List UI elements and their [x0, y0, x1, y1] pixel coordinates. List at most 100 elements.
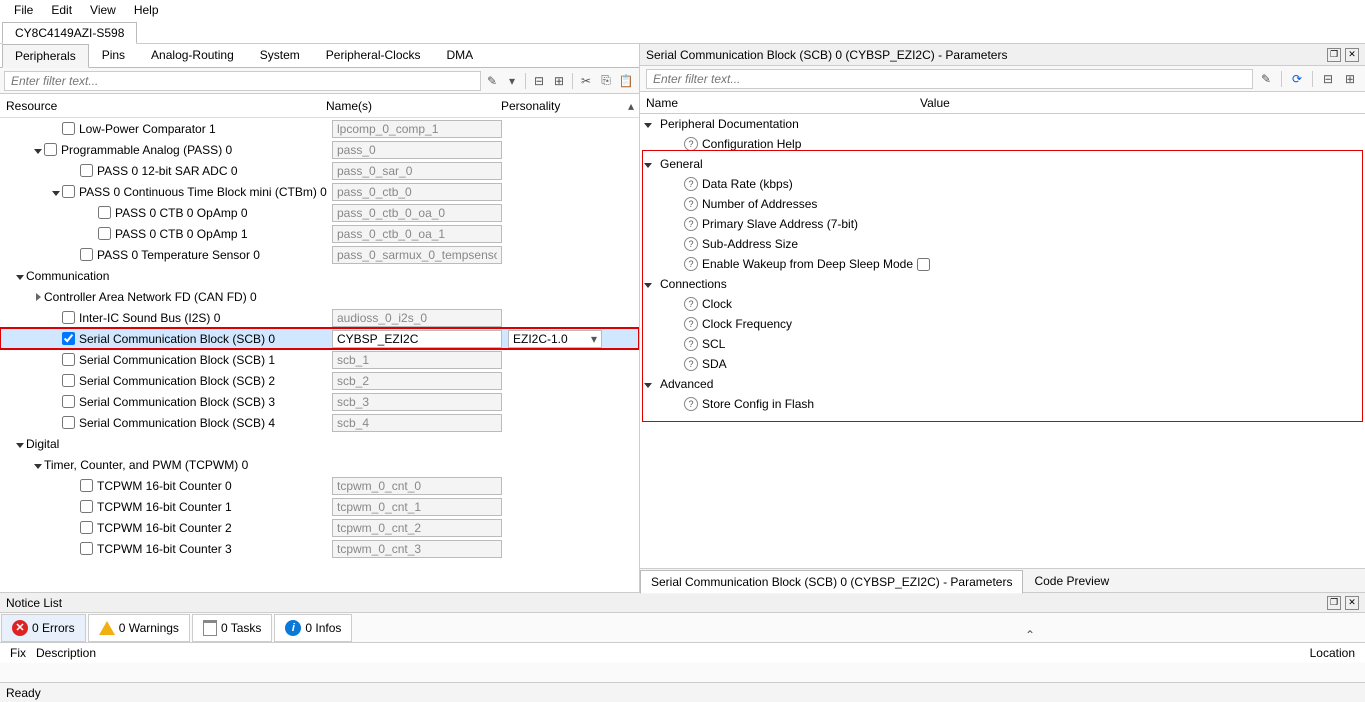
- tree-row[interactable]: PASS 0 CTB 0 OpAmp 1: [0, 223, 639, 244]
- right-filter-input[interactable]: [646, 69, 1253, 89]
- chevron-down-icon[interactable]: [644, 377, 656, 391]
- tasks-button[interactable]: 0 Tasks: [192, 614, 272, 642]
- clear-filter-icon[interactable]: ✎: [483, 72, 501, 90]
- tab-system[interactable]: System: [247, 43, 313, 67]
- close-icon[interactable]: ✕: [1345, 596, 1359, 610]
- col-param-value[interactable]: Value: [920, 96, 950, 110]
- tree-row[interactable]: Timer, Counter, and PWM (TCPWM) 0: [0, 454, 639, 475]
- tab-peripheral-clocks[interactable]: Peripheral-Clocks: [313, 43, 434, 67]
- resource-checkbox[interactable]: [98, 227, 111, 240]
- expand-all-icon[interactable]: ⊞: [550, 72, 568, 90]
- close-icon[interactable]: ✕: [1345, 48, 1359, 62]
- resource-name-input[interactable]: [332, 351, 502, 369]
- resource-name-input[interactable]: [332, 162, 502, 180]
- tree-row[interactable]: TCPWM 16-bit Counter 1: [0, 496, 639, 517]
- help-icon[interactable]: ?: [684, 337, 698, 351]
- resource-checkbox[interactable]: [80, 500, 93, 513]
- col-fix[interactable]: Fix: [10, 646, 26, 660]
- param-group[interactable]: Advanced: [640, 374, 1365, 394]
- help-icon[interactable]: ?: [684, 317, 698, 331]
- resource-checkbox[interactable]: [80, 248, 93, 261]
- bottom-tab-code-preview[interactable]: Code Preview: [1023, 569, 1120, 593]
- chevron-down-icon[interactable]: [644, 117, 656, 131]
- bottom-tab-parameters[interactable]: Serial Communication Block (SCB) 0 (CYBS…: [640, 570, 1023, 594]
- tree-body[interactable]: Low-Power Comparator 1Programmable Analo…: [0, 118, 639, 592]
- help-icon[interactable]: ?: [684, 237, 698, 251]
- tab-pins[interactable]: Pins: [89, 43, 138, 67]
- tree-row[interactable]: PASS 0 CTB 0 OpAmp 0: [0, 202, 639, 223]
- sort-chevron-icon[interactable]: ⌃: [1025, 628, 1035, 642]
- resource-name-input[interactable]: [332, 519, 502, 537]
- resource-name-input[interactable]: [332, 414, 502, 432]
- clear-filter-icon[interactable]: ✎: [1257, 70, 1275, 88]
- collapse-all-icon[interactable]: ⊟: [1319, 70, 1337, 88]
- tree-row[interactable]: Serial Communication Block (SCB) 3: [0, 391, 639, 412]
- tree-row[interactable]: Serial Communication Block (SCB) 2: [0, 370, 639, 391]
- warnings-button[interactable]: 0 Warnings: [88, 614, 190, 642]
- copy-icon[interactable]: ⎘: [597, 72, 615, 90]
- funnel-icon[interactable]: ▾: [503, 72, 521, 90]
- resource-name-input[interactable]: [332, 183, 502, 201]
- scroll-up-icon[interactable]: ▴: [623, 99, 639, 113]
- help-icon[interactable]: ?: [684, 217, 698, 231]
- param-group[interactable]: Connections: [640, 274, 1365, 294]
- tree-row[interactable]: Serial Communication Block (SCB) 0EZI2C-…: [0, 328, 639, 349]
- col-resource[interactable]: Resource: [6, 99, 326, 113]
- resource-checkbox[interactable]: [80, 479, 93, 492]
- filter-input[interactable]: [4, 71, 481, 91]
- resource-name-input[interactable]: [332, 246, 502, 264]
- errors-button[interactable]: ✕0 Errors: [1, 614, 86, 642]
- chevron-down-icon[interactable]: [14, 437, 26, 451]
- chip-tab[interactable]: CY8C4149AZI-S598: [2, 22, 137, 44]
- resource-checkbox[interactable]: [62, 122, 75, 135]
- tree-row[interactable]: PASS 0 Temperature Sensor 0: [0, 244, 639, 265]
- chevron-down-icon[interactable]: [50, 185, 62, 199]
- param-group[interactable]: Peripheral Documentation: [640, 114, 1365, 134]
- chevron-down-icon[interactable]: [32, 458, 44, 472]
- tree-row[interactable]: Serial Communication Block (SCB) 4: [0, 412, 639, 433]
- menu-file[interactable]: File: [6, 1, 41, 19]
- personality-dropdown[interactable]: EZI2C-1.0▾: [508, 330, 602, 348]
- resource-name-input[interactable]: [332, 330, 502, 348]
- paste-icon[interactable]: 📋: [617, 72, 635, 90]
- resource-checkbox[interactable]: [62, 332, 75, 345]
- col-location[interactable]: Location: [1310, 646, 1355, 660]
- resource-name-input[interactable]: [332, 540, 502, 558]
- tree-row[interactable]: TCPWM 16-bit Counter 0: [0, 475, 639, 496]
- help-icon[interactable]: ?: [684, 297, 698, 311]
- resource-checkbox[interactable]: [98, 206, 111, 219]
- tab-analog-routing[interactable]: Analog-Routing: [138, 43, 247, 67]
- resource-name-input[interactable]: [332, 141, 502, 159]
- resource-checkbox[interactable]: [62, 395, 75, 408]
- menu-view[interactable]: View: [82, 1, 124, 19]
- resource-checkbox[interactable]: [80, 542, 93, 555]
- tree-row[interactable]: Inter-IC Sound Bus (I2S) 0: [0, 307, 639, 328]
- resource-name-input[interactable]: [332, 498, 502, 516]
- tab-peripherals[interactable]: Peripherals: [2, 44, 89, 68]
- cut-icon[interactable]: ✂: [577, 72, 595, 90]
- help-icon[interactable]: ?: [684, 257, 698, 271]
- resource-name-input[interactable]: [332, 477, 502, 495]
- help-icon[interactable]: ?: [684, 177, 698, 191]
- tab-dma[interactable]: DMA: [434, 43, 487, 67]
- param-checkbox[interactable]: [917, 258, 930, 271]
- resource-checkbox[interactable]: [62, 374, 75, 387]
- resource-name-input[interactable]: [332, 309, 502, 327]
- tree-row[interactable]: TCPWM 16-bit Counter 2: [0, 517, 639, 538]
- tree-row[interactable]: Low-Power Comparator 1: [0, 118, 639, 139]
- tree-row[interactable]: TCPWM 16-bit Counter 3: [0, 538, 639, 559]
- resource-name-input[interactable]: [332, 204, 502, 222]
- col-personality[interactable]: Personality: [501, 99, 623, 113]
- resource-checkbox[interactable]: [62, 416, 75, 429]
- resource-checkbox[interactable]: [62, 185, 75, 198]
- chevron-down-icon[interactable]: [644, 277, 656, 291]
- menu-edit[interactable]: Edit: [43, 1, 80, 19]
- help-icon[interactable]: ?: [684, 197, 698, 211]
- chevron-down-icon[interactable]: [32, 143, 44, 157]
- menubar[interactable]: File Edit View Help: [0, 0, 1365, 20]
- param-group[interactable]: General: [640, 154, 1365, 174]
- help-icon[interactable]: ?: [684, 357, 698, 371]
- tree-row[interactable]: Controller Area Network FD (CAN FD) 0: [0, 286, 639, 307]
- tree-row[interactable]: Serial Communication Block (SCB) 1: [0, 349, 639, 370]
- resource-checkbox[interactable]: [62, 353, 75, 366]
